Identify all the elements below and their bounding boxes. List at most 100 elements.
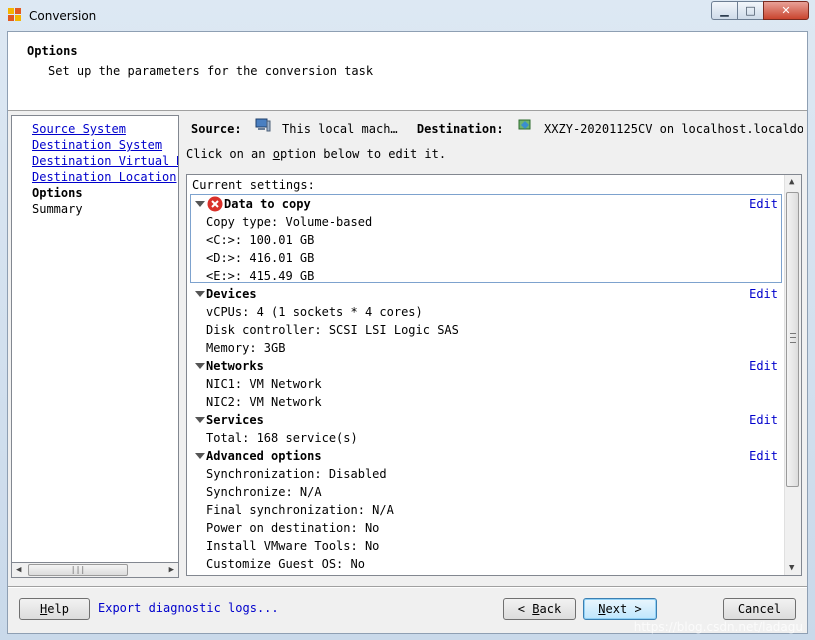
collapse-triangle-icon[interactable] xyxy=(195,453,205,459)
close-button[interactable]: ✕ xyxy=(763,1,809,20)
setting-row: Total: 168 service(s) xyxy=(206,431,358,445)
sidebar-item[interactable]: Destination System xyxy=(32,137,178,153)
section-header[interactable]: Data to copy Edit xyxy=(187,195,787,213)
caption-buttons: ▁ □ ✕ xyxy=(711,1,809,21)
help-button[interactable]: Help xyxy=(19,598,90,620)
page-header: Options Set up the parameters for the co… xyxy=(8,32,807,111)
instruction-accel: o xyxy=(272,147,280,161)
scroll-down-icon[interactable]: ▼ xyxy=(789,563,794,573)
settings-section: Data to copy Edit Copy type: Volume-based <… xyxy=(187,195,787,285)
edit-link[interactable]: Edit xyxy=(749,447,778,465)
next-accel: N xyxy=(598,602,606,616)
help-label: elp xyxy=(47,602,69,616)
export-diagnostic-logs-link[interactable]: Export diagnostic logs... xyxy=(98,601,279,615)
section-header[interactable]: Devices Edit xyxy=(187,285,787,303)
maximize-icon: □ xyxy=(745,4,756,17)
setting-row: Synchronization: Disabled xyxy=(206,467,387,481)
collapse-triangle-icon[interactable] xyxy=(195,291,205,297)
minimize-icon: ▁ xyxy=(720,4,729,17)
wizard-steps-panel: Source System Destination System Destinati… xyxy=(11,115,179,578)
wizard-steps-list: Source System Destination System Destinati… xyxy=(32,121,178,217)
settings-vertical-scrollbar[interactable]: ▲ ▼ xyxy=(784,175,801,575)
setting-row: Synchronize: N/A xyxy=(206,485,322,499)
setting-row: <D:>: 416.01 GB xyxy=(206,251,315,265)
section-title: Data to copy xyxy=(224,197,311,211)
vm-destination-icon xyxy=(518,119,531,130)
setting-row: vCPUs: 4 (1 sockets * 4 cores) xyxy=(206,305,423,319)
settings-section: Advanced options Edit Synchronization: Dis… xyxy=(187,447,787,573)
source-destination-bar: Source: This local mach… Destination: XX… xyxy=(191,118,803,136)
page-title: Options xyxy=(27,44,78,58)
setting-row: Copy type: Volume-based xyxy=(206,215,373,229)
edit-link[interactable]: Edit xyxy=(749,195,778,213)
page-subtitle: Set up the parameters for the conversion… xyxy=(48,64,374,78)
dialog-client: Options Set up the parameters for the co… xyxy=(7,31,808,634)
setting-row: Disk controller: SCSI LSI Logic SAS xyxy=(206,323,459,337)
source-label: Source: xyxy=(191,121,242,136)
cancel-button[interactable]: Cancel xyxy=(723,598,796,620)
edit-link[interactable]: Edit xyxy=(749,411,778,429)
grip-icon xyxy=(790,333,796,343)
setting-row: NIC1: VM Network xyxy=(206,377,322,391)
scroll-thumb[interactable]: ||| xyxy=(28,564,128,576)
setting-row: Final synchronization: N/A xyxy=(206,503,394,517)
section-header[interactable]: Advanced options Edit xyxy=(187,447,787,465)
conversion-window: Conversion ▁ □ ✕ Options Set up the para… xyxy=(0,0,815,640)
edit-instruction: Click on an option below to edit it. xyxy=(186,147,446,161)
edit-link[interactable]: Edit xyxy=(749,285,778,303)
sidebar-item[interactable]: Destination Location xyxy=(32,169,178,185)
collapse-triangle-icon[interactable] xyxy=(195,417,205,423)
scroll-up-icon[interactable]: ▲ xyxy=(789,177,794,187)
instruction-suffix: ption below to edit it. xyxy=(279,147,447,161)
edit-link[interactable]: Edit xyxy=(749,357,778,375)
scroll-left-icon[interactable]: ◀ xyxy=(16,565,21,575)
title-bar: Conversion ▁ □ ✕ xyxy=(0,0,815,32)
sidebar-item[interactable]: Source System xyxy=(32,121,178,137)
section-title: Services xyxy=(206,413,264,427)
section-header[interactable]: Networks Edit xyxy=(187,357,787,375)
setting-row: <C:>: 100.01 GB xyxy=(206,233,315,247)
scroll-right-icon[interactable]: ▶ xyxy=(169,565,174,575)
section-title: Advanced options xyxy=(206,449,322,463)
setting-row: Customize Guest OS: No xyxy=(206,557,365,571)
next-arrow-icon: > xyxy=(634,602,642,616)
computer-icon xyxy=(255,118,271,132)
sidebar-item: Summary xyxy=(32,202,83,216)
instruction-prefix: Click on an xyxy=(186,147,273,161)
minimize-button[interactable]: ▁ xyxy=(711,1,737,20)
sidebar-item: Options xyxy=(32,186,83,200)
vmware-converter-icon xyxy=(8,8,21,21)
back-button[interactable]: < Back xyxy=(503,598,576,620)
error-icon xyxy=(207,196,223,212)
back-label: ack xyxy=(539,602,562,616)
source-value: This local mach… xyxy=(282,121,398,136)
scroll-thumb[interactable] xyxy=(786,192,799,487)
destination-label: Destination: xyxy=(416,121,504,136)
section-title: Networks xyxy=(206,359,264,373)
settings-panel: Current settings: Data to copy Edit Copy t… xyxy=(186,174,802,576)
setting-row: NIC2: VM Network xyxy=(206,395,322,409)
next-button[interactable]: Next > xyxy=(583,598,657,620)
collapse-triangle-icon[interactable] xyxy=(195,201,205,207)
maximize-button[interactable]: □ xyxy=(737,1,763,20)
settings-section: Services Edit Total: 168 service(s) xyxy=(187,411,787,447)
back-arrow-icon: < xyxy=(517,602,526,616)
destination-value: XXZY-20201125CV on localhost.localdo… xyxy=(544,121,803,136)
footer-separator xyxy=(8,586,807,588)
current-settings-label: Current settings: xyxy=(192,178,315,192)
settings-section: Devices Edit vCPUs: 4 (1 sockets * 4 cores… xyxy=(187,285,787,357)
setting-row: <E:>: 415.49 GB xyxy=(206,269,315,283)
sidebar-item[interactable]: Destination Virtual Machine xyxy=(32,153,178,169)
close-icon: ✕ xyxy=(781,4,791,17)
settings-section: Networks Edit NIC1: VM Network NIC2: VM Net… xyxy=(187,357,787,411)
collapse-triangle-icon[interactable] xyxy=(195,363,205,369)
watermark: https://blog.csdn.net/ladagu xyxy=(633,620,803,634)
back-accel: B xyxy=(532,602,540,616)
setting-row: Memory: 3GB xyxy=(206,341,286,355)
setting-row: Install VMware Tools: No xyxy=(206,539,380,553)
steps-horizontal-scrollbar[interactable]: ◀ ||| ▶ xyxy=(11,562,179,578)
setting-row: Power on destination: No xyxy=(206,521,380,535)
next-label: ext xyxy=(605,602,628,616)
window-title: Conversion xyxy=(29,9,97,23)
section-header[interactable]: Services Edit xyxy=(187,411,787,429)
